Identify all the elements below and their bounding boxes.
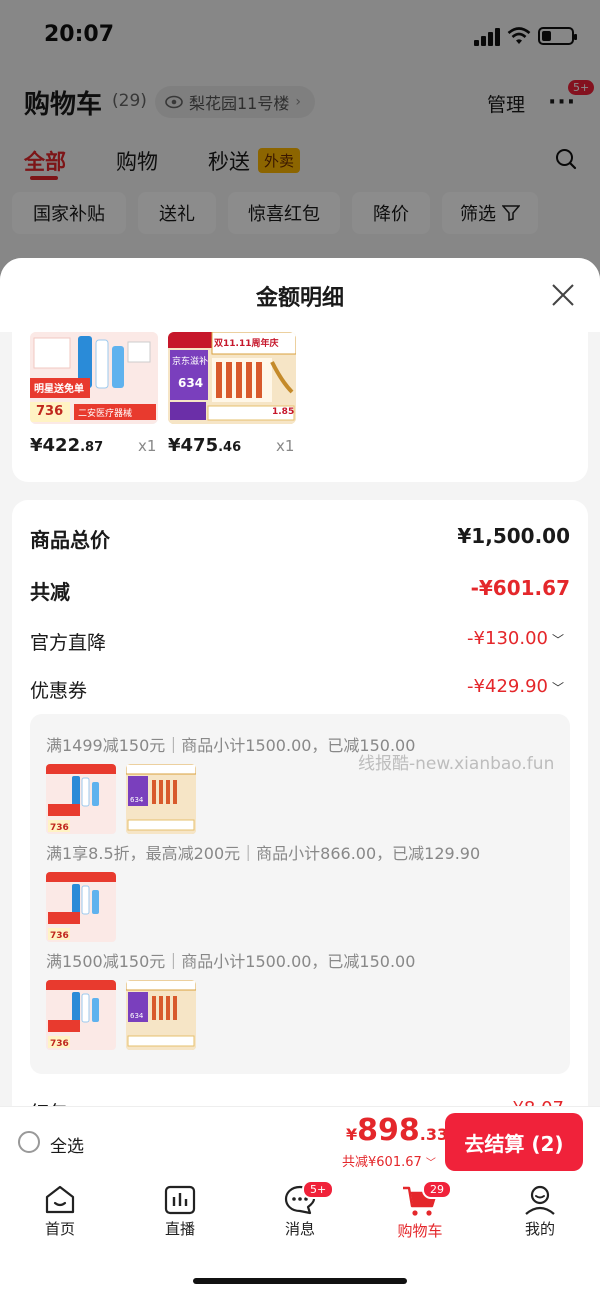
select-all-label[interactable]: 全选 bbox=[50, 1132, 84, 1157]
nav-label: 首页 bbox=[44, 1220, 75, 1238]
svg-text:736: 736 bbox=[50, 823, 69, 833]
messages-badge: 5+ bbox=[302, 1180, 335, 1199]
checkout-bar: 全选 ¥898.33 共减¥601.67 ﹀ 去结算 (2) bbox=[0, 1106, 600, 1176]
total-integer: 898 bbox=[357, 1113, 420, 1148]
sheet-header: 金额明细 bbox=[0, 258, 600, 332]
checkout-button[interactable]: 去结算 (2) bbox=[445, 1113, 583, 1171]
close-icon[interactable] bbox=[548, 280, 578, 310]
coupon-toggle[interactable]: -¥429.90 ﹀ bbox=[467, 676, 564, 697]
products-card: 明星送免单 736 二安医疗器械 双11.11周年庆 京东滋补 634 1.85… bbox=[12, 318, 588, 482]
svg-text:736: 736 bbox=[50, 931, 69, 941]
product-overlay-tag: 二安医疗器械 bbox=[78, 409, 133, 419]
product-overlay-text: 双11.11周年庆 bbox=[214, 339, 279, 349]
reduce-value: -¥601.67 bbox=[470, 576, 570, 600]
checkout-total: ¥898.33 bbox=[346, 1113, 448, 1148]
nav-label: 消息 bbox=[284, 1220, 315, 1238]
amount-detail-sheet: 明星送免单 736 二安医疗器械 双11.11周年庆 京东滋补 634 1.85… bbox=[0, 258, 600, 1108]
home-indicator bbox=[193, 1278, 407, 1284]
svg-text:634: 634 bbox=[130, 1012, 144, 1020]
price-decimal: .46 bbox=[218, 440, 242, 455]
product-qty: x1 bbox=[138, 437, 157, 455]
profile-icon bbox=[525, 1185, 555, 1215]
product-overlay-tag: 1.85 bbox=[272, 407, 295, 417]
svg-text:736: 736 bbox=[50, 1039, 69, 1049]
home-icon bbox=[45, 1185, 75, 1214]
official-discount-toggle[interactable]: -¥130.00 ﹀ bbox=[467, 628, 564, 649]
nav-cart[interactable]: 29 购物车 bbox=[380, 1180, 460, 1241]
product-overlay-number: 634 bbox=[178, 376, 204, 390]
product-overlay-text: 明星送免单 bbox=[34, 384, 84, 395]
nav-live[interactable]: 直播 bbox=[140, 1184, 220, 1239]
price-integer: ¥422 bbox=[30, 435, 81, 456]
official-discount-label: 官方直降 bbox=[30, 632, 107, 654]
price-decimal: .87 bbox=[80, 440, 104, 455]
coupon-rule: 满1500减150元｜商品小计1500.00，已减150.00 bbox=[46, 952, 416, 971]
checkout-reduce-text: 共减¥601.67 bbox=[342, 1155, 422, 1170]
product-overlay-number: 736 bbox=[36, 404, 64, 419]
total-value: ¥1,500.00 bbox=[457, 524, 570, 548]
product-thumbnail[interactable]: 双11.11周年庆 京东滋补 634 1.85 bbox=[168, 332, 296, 424]
nav-profile[interactable]: 我的 bbox=[500, 1184, 580, 1239]
sheet-title: 金额明细 bbox=[255, 286, 344, 311]
product-price: ¥422.87 bbox=[30, 435, 103, 456]
svg-text:634: 634 bbox=[130, 796, 144, 804]
chevron-down-icon: ﹀ bbox=[551, 681, 564, 695]
price-integer: ¥475 bbox=[168, 435, 219, 456]
product-overlay-brand: 京东滋补 bbox=[172, 357, 209, 367]
coupon-product-thumbnail: 736 bbox=[46, 980, 116, 1050]
coupon-label: 优惠券 bbox=[30, 680, 88, 702]
total-label: 商品总价 bbox=[30, 528, 110, 552]
cart-badge: 29 bbox=[422, 1180, 452, 1199]
currency-symbol: ¥ bbox=[346, 1125, 358, 1144]
chevron-down-icon: ﹀ bbox=[425, 1158, 436, 1169]
coupon-product-thumbnail: 634 bbox=[126, 980, 196, 1050]
coupon-rule: 满1享8.5折，最高减200元｜商品小计866.00，已减129.90 bbox=[46, 844, 481, 863]
official-discount-value: -¥130.00 bbox=[467, 628, 548, 649]
checkout-reduce-toggle[interactable]: 共减¥601.67 ﹀ bbox=[342, 1151, 436, 1170]
coupon-product-thumbnail: 634 bbox=[126, 764, 196, 834]
nav-label: 我的 bbox=[524, 1220, 555, 1238]
product-price: ¥475.46 bbox=[168, 435, 241, 456]
reduce-label: 共减 bbox=[30, 580, 70, 604]
nav-label: 购物车 bbox=[397, 1222, 443, 1240]
nav-messages[interactable]: 5+ 消息 bbox=[260, 1180, 340, 1239]
select-all-radio[interactable] bbox=[18, 1131, 40, 1153]
nav-label: 直播 bbox=[164, 1220, 195, 1238]
live-icon bbox=[164, 1185, 196, 1215]
product-thumbnail[interactable]: 明星送免单 736 二安医疗器械 bbox=[30, 332, 158, 424]
product-qty: x1 bbox=[276, 437, 295, 455]
coupon-product-thumbnail: 736 bbox=[46, 764, 116, 834]
coupon-product-thumbnail: 736 bbox=[46, 872, 116, 942]
chevron-down-icon: ﹀ bbox=[551, 633, 564, 647]
coupon-value: -¥429.90 bbox=[467, 676, 548, 697]
total-decimal: .33 bbox=[419, 1125, 449, 1144]
watermark-text: 线报酷-new.xianbao.fun bbox=[358, 754, 555, 774]
nav-home[interactable]: 首页 bbox=[20, 1184, 100, 1239]
summary-card: 商品总价 ¥1,500.00 共减 -¥601.67 官方直降 -¥130.00… bbox=[12, 500, 588, 1108]
